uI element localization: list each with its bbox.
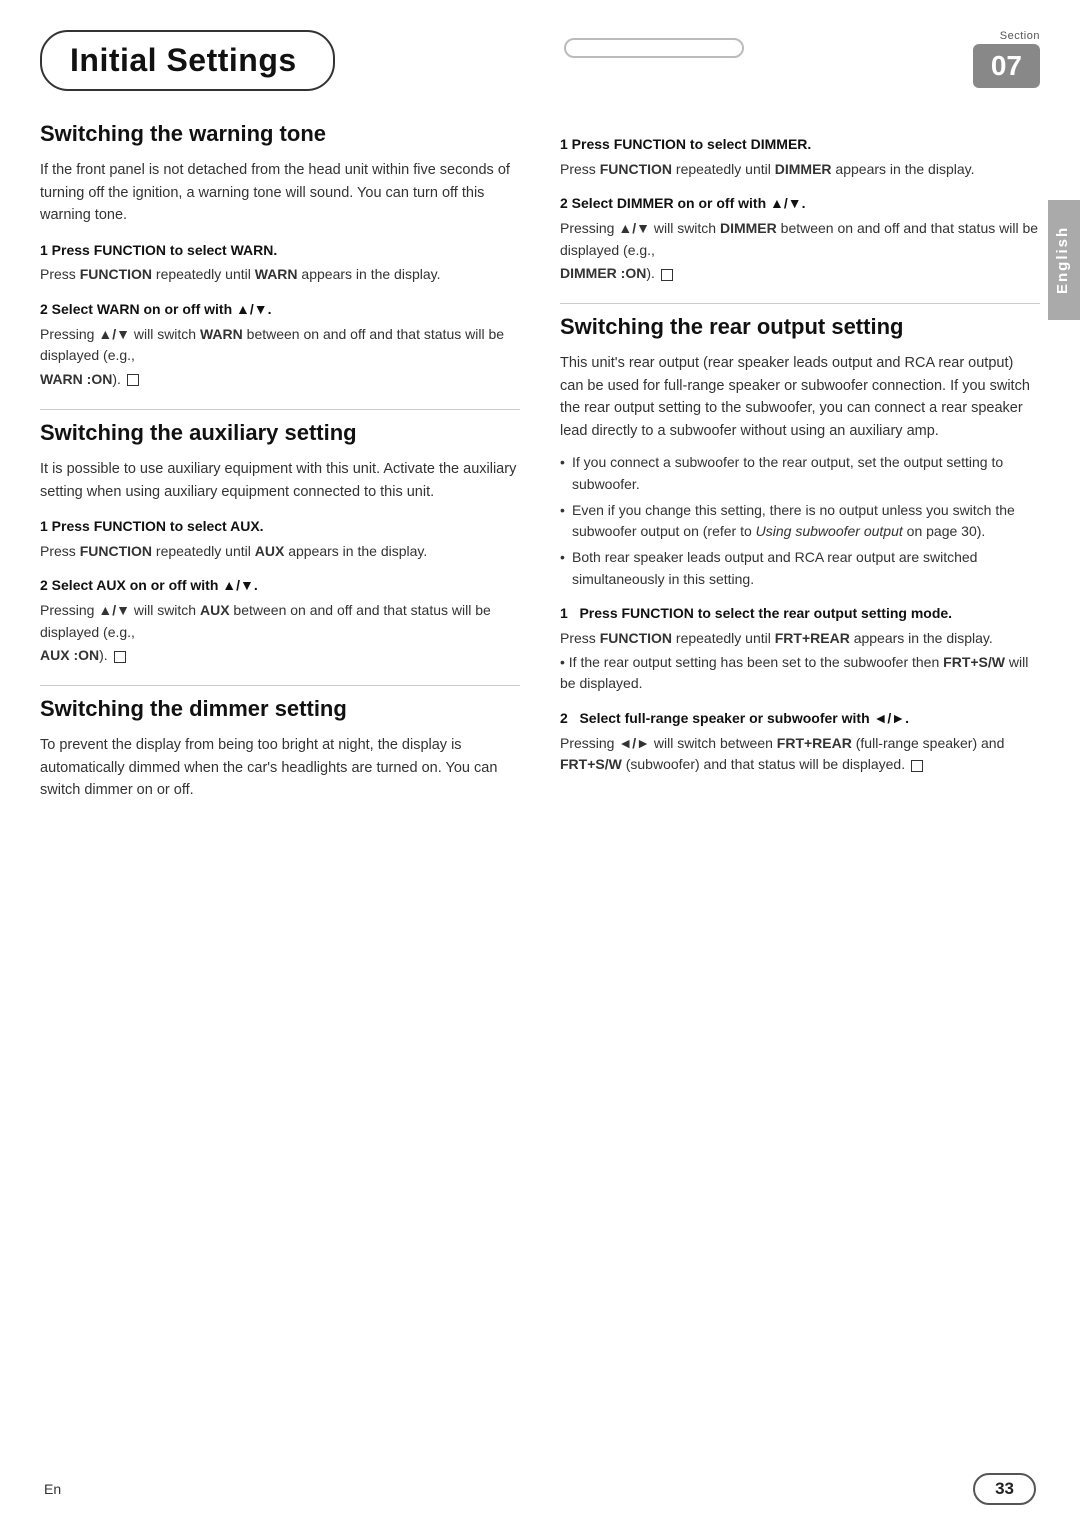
rear-step2-body: Pressing ◄/► will switch between FRT+REA… <box>560 733 1040 776</box>
square-icon-4 <box>911 760 923 772</box>
auxiliary-step1-heading: 1 Press FUNCTION to select AUX. <box>40 517 520 537</box>
auxiliary-step1-body: Press FUNCTION repeatedly until AUX appe… <box>40 541 520 563</box>
dimmer-step2-heading: 2 Select DIMMER on or off with ▲/▼. <box>560 194 1040 214</box>
page: Initial Settings Section 07 English Swit… <box>0 0 1080 1533</box>
sidebar-language: English <box>1048 200 1080 320</box>
warning-step1-body: Press FUNCTION repeatedly until WARN app… <box>40 264 520 286</box>
warning-tone-body: If the front panel is not detached from … <box>40 159 520 226</box>
dimmer-steps: 1 Press FUNCTION to select DIMMER. Press… <box>560 135 1040 285</box>
footer: En 33 <box>0 1473 1080 1505</box>
warning-step2-result: WARN :ON). <box>40 369 520 391</box>
rear-output-title: Switching the rear output setting <box>560 314 1040 340</box>
square-icon-2 <box>114 651 126 663</box>
rear-step1-heading: 1 Press FUNCTION to select the rear outp… <box>560 604 1040 624</box>
auxiliary-step2-result: AUX :ON). <box>40 645 520 667</box>
page-title: Initial Settings <box>40 30 335 91</box>
header-left: Initial Settings <box>40 30 335 91</box>
dimmer-step1-body: Press FUNCTION repeatedly until DIMMER a… <box>560 159 1040 181</box>
square-icon-3 <box>661 269 673 281</box>
divider-3 <box>560 303 1040 304</box>
rear-output-body: This unit's rear output (rear speaker le… <box>560 352 1040 442</box>
dimmer-step2-result: DIMMER :ON). <box>560 263 1040 285</box>
dimmer-step1-heading: 1 Press FUNCTION to select DIMMER. <box>560 135 1040 155</box>
warning-step1-heading: 1 Press FUNCTION to select WARN. <box>40 241 520 261</box>
col-right: 1 Press FUNCTION to select DIMMER. Press… <box>560 121 1040 812</box>
auxiliary-title: Switching the auxiliary setting <box>40 420 520 446</box>
footer-page: 33 <box>973 1473 1036 1505</box>
col-left: Switching the warning tone If the front … <box>40 121 520 812</box>
rear-step1-note: • If the rear output setting has been se… <box>560 652 1040 695</box>
warning-step2-body: Pressing ▲/▼ will switch WARN between on… <box>40 324 520 367</box>
main-content: Switching the warning tone If the front … <box>0 101 1080 832</box>
auxiliary-step2-heading: 2 Select AUX on or off with ▲/▼. <box>40 576 520 596</box>
section-number: 07 <box>973 44 1040 88</box>
header: Initial Settings Section 07 <box>0 0 1080 101</box>
rear-bullet-2: Even if you change this setting, there i… <box>560 500 1040 543</box>
divider-2 <box>40 685 520 686</box>
square-icon <box>127 374 139 386</box>
dimmer-title: Switching the dimmer setting <box>40 696 520 722</box>
rear-bullet-1: If you connect a subwoofer to the rear o… <box>560 452 1040 495</box>
divider-1 <box>40 409 520 410</box>
auxiliary-body: It is possible to use auxiliary equipmen… <box>40 458 520 503</box>
auxiliary-step2-body: Pressing ▲/▼ will switch AUX between on … <box>40 600 520 643</box>
header-tab-right <box>564 38 744 58</box>
section-rear-output: Switching the rear output setting This u… <box>560 314 1040 776</box>
section-dimmer: Switching the dimmer setting To prevent … <box>40 696 520 802</box>
footer-lang: En <box>44 1481 61 1497</box>
section-auxiliary: Switching the auxiliary setting It is po… <box>40 420 520 667</box>
section-label: Section <box>1000 30 1040 42</box>
rear-step1-body: Press FUNCTION repeatedly until FRT+REAR… <box>560 628 1040 650</box>
header-right: Section 07 <box>973 30 1040 88</box>
dimmer-body: To prevent the display from being too br… <box>40 734 520 801</box>
rear-step2-heading: 2 Select full-range speaker or subwoofer… <box>560 709 1040 729</box>
section-warning-tone: Switching the warning tone If the front … <box>40 121 520 391</box>
rear-bullet-3: Both rear speaker leads output and RCA r… <box>560 547 1040 590</box>
warning-tone-title: Switching the warning tone <box>40 121 520 147</box>
dimmer-step2-body: Pressing ▲/▼ will switch DIMMER between … <box>560 218 1040 261</box>
warning-step2-heading: 2 Select WARN on or off with ▲/▼. <box>40 300 520 320</box>
